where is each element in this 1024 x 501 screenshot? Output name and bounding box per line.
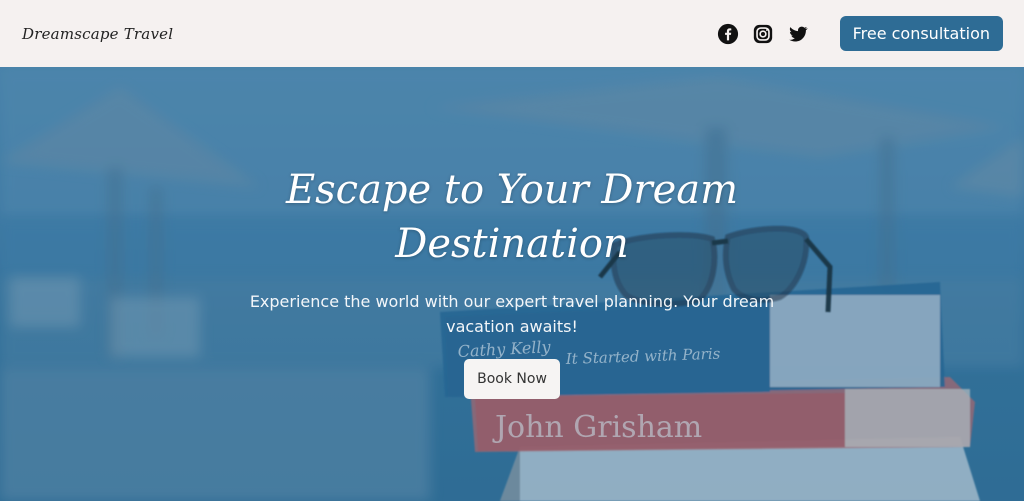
twitter-icon[interactable] <box>787 23 809 45</box>
book-now-button[interactable]: Book Now <box>464 359 560 399</box>
site-header: Dreamscape Travel Free consultation <box>0 0 1024 67</box>
instagram-icon[interactable] <box>752 23 774 45</box>
header-actions: Free consultation <box>717 16 1003 51</box>
hero-subtitle: Experience the world with our expert tra… <box>249 292 775 336</box>
hero-content: Escape to Your Dream Destination Experie… <box>0 163 1024 399</box>
free-consultation-button[interactable]: Free consultation <box>839 16 1003 51</box>
hero-section: Cathy Kelly It Started with Paris John G… <box>0 67 1024 501</box>
hero-title: Escape to Your Dream Destination <box>285 167 739 267</box>
facebook-icon[interactable] <box>717 23 739 45</box>
social-links <box>717 23 809 45</box>
site-logo[interactable]: Dreamscape Travel <box>22 25 173 43</box>
